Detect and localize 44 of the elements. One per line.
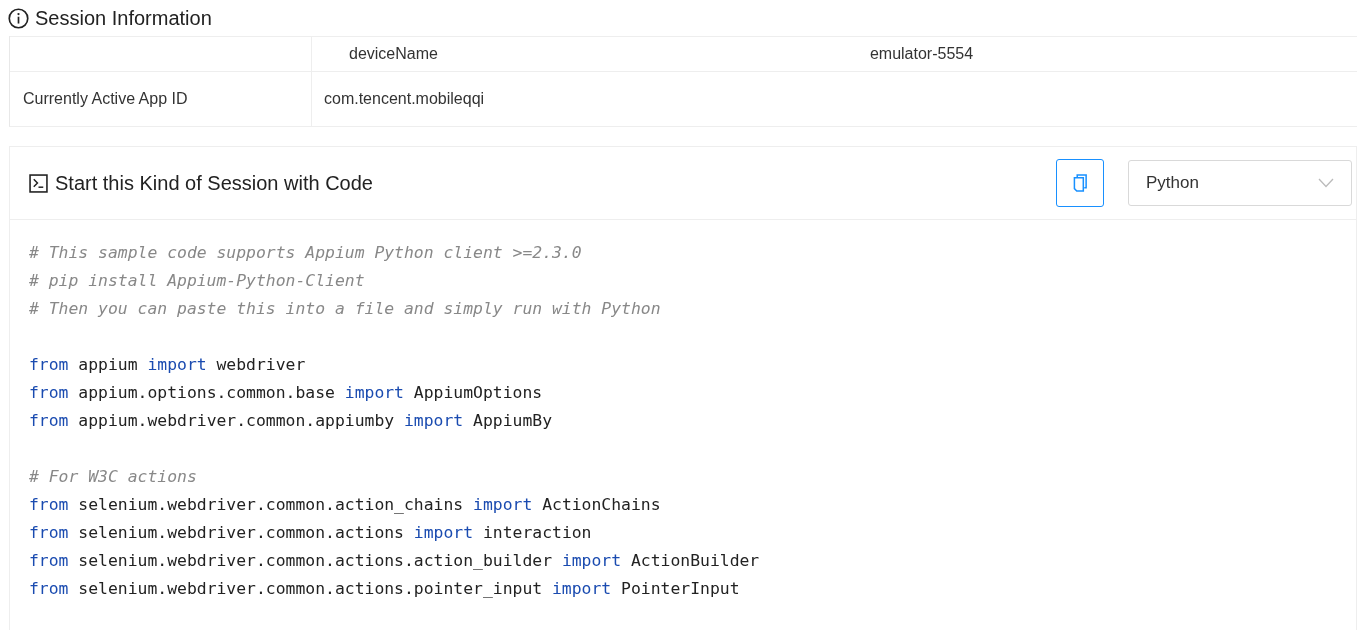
code-keyword: from	[29, 495, 69, 514]
code-text: ActionBuilder	[630, 551, 760, 570]
copy-icon	[1072, 173, 1088, 193]
code-text: webdriver	[216, 355, 306, 374]
code-text: selenium.webdriver.common.action_chains	[78, 495, 464, 514]
table-cell: emulator-5554	[869, 45, 974, 63]
code-keyword: from	[29, 355, 69, 374]
code-comment: # This sample code supports Appium Python client >=2.3.0	[29, 243, 582, 262]
code-keyword: import	[561, 551, 622, 570]
copy-button[interactable]	[1056, 159, 1104, 207]
code-text: appium.webdriver.common.appiumby	[78, 411, 395, 430]
code-text: selenium.webdriver.common.actions.pointer_input	[78, 579, 543, 598]
code-keyword: from	[29, 579, 69, 598]
code-keyword: from	[29, 523, 69, 542]
table-cell: deviceName	[349, 45, 438, 63]
chevron-down-icon	[1318, 178, 1334, 188]
code-keyword: import	[147, 355, 207, 374]
code-keyword: from	[29, 411, 69, 430]
language-select[interactable]: Python	[1128, 160, 1352, 206]
code-keyword: from	[29, 383, 69, 402]
code-text: AppiumBy	[473, 411, 552, 430]
code-text: AppiumOptions	[413, 383, 543, 402]
code-text: PointerInput	[621, 579, 740, 598]
code-text: selenium.webdriver.common.actions	[78, 523, 404, 542]
terminal-icon	[29, 173, 48, 193]
code-text: appium	[78, 355, 138, 374]
table-cell: Currently Active App ID	[23, 90, 188, 108]
code-keyword: from	[29, 551, 69, 570]
info-icon	[8, 7, 29, 29]
section-title: Session Information	[35, 6, 212, 30]
code-keyword: import	[552, 579, 612, 598]
code-text: interaction	[482, 523, 592, 542]
card-title: Start this Kind of Session with Code	[55, 171, 373, 195]
code-text: ActionChains	[542, 495, 661, 514]
code-keyword: import	[404, 411, 464, 430]
code-text: appium.options.common.base	[78, 383, 335, 402]
table-cell: com.tencent.mobileqqi	[324, 90, 485, 108]
code-keyword: import	[344, 383, 404, 402]
code-text: selenium.webdriver.common.actions.action_builder	[78, 551, 552, 570]
code-comment: # pip install Appium-Python-Client	[29, 271, 365, 290]
code-comment: # Then you can paste this into a file and simply run with Python	[29, 299, 661, 318]
code-keyword: import	[413, 523, 474, 542]
code-comment: # For W3C actions	[29, 467, 197, 486]
code-keyword: import	[473, 495, 533, 514]
